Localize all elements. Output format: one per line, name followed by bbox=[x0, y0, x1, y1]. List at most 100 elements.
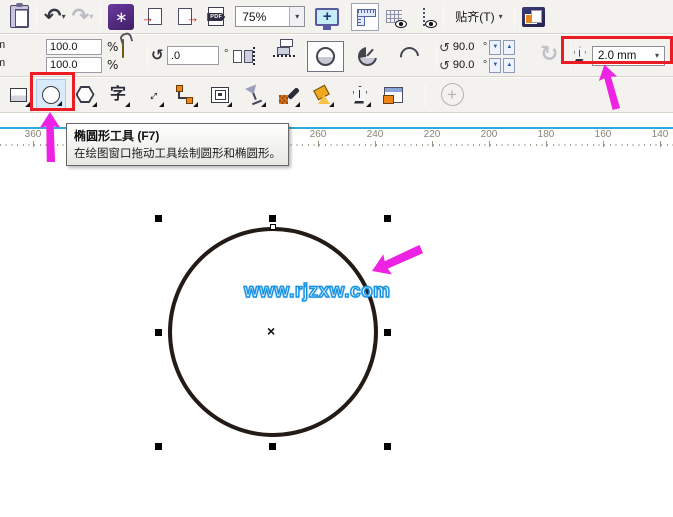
eye-icon bbox=[425, 20, 437, 28]
selection-handle[interactable] bbox=[155, 443, 162, 450]
selection-handle[interactable] bbox=[155, 329, 162, 336]
dimension-tool[interactable]: ↔ bbox=[137, 79, 167, 110]
flyout-triangle[interactable] bbox=[261, 102, 266, 107]
percent-label: % bbox=[107, 40, 118, 54]
starting-angle-value[interactable]: 90.0 bbox=[453, 41, 483, 53]
rotation-icon: ↺ bbox=[151, 48, 164, 63]
flyout-triangle[interactable] bbox=[159, 102, 164, 107]
smart-fill-icon bbox=[384, 87, 403, 103]
redo-icon: ↷ bbox=[72, 6, 90, 27]
contour-tool[interactable] bbox=[205, 79, 235, 110]
angle-spin-up-button[interactable]: ▲ bbox=[503, 58, 515, 73]
flyout-triangle[interactable] bbox=[366, 102, 371, 107]
tooltip: 椭圆形工具 (F7) 在绘图窗口拖动工具绘制圆形和椭圆形。 bbox=[66, 123, 289, 166]
fit-to-window-button[interactable]: + bbox=[312, 3, 342, 31]
selection-handle[interactable] bbox=[384, 443, 391, 450]
flyout-triangle[interactable] bbox=[295, 102, 300, 107]
separator bbox=[436, 44, 437, 68]
lock-ratio-button[interactable] bbox=[122, 40, 124, 58]
ending-angle-row: ↺ 90.0 ° ▼ ▲ bbox=[439, 57, 515, 73]
paint-bucket-icon bbox=[313, 86, 331, 104]
ellipse-icon bbox=[316, 47, 335, 66]
watermark-text: www.rjzxw.com bbox=[244, 281, 391, 303]
change-direction-button[interactable]: ↻ bbox=[540, 43, 558, 66]
flyout-triangle[interactable] bbox=[92, 102, 97, 107]
rectangle-icon bbox=[10, 88, 27, 102]
scale-horizontal-field[interactable] bbox=[46, 39, 102, 55]
connector-tool[interactable] bbox=[171, 79, 201, 110]
ellipse-mode-button[interactable] bbox=[307, 41, 344, 72]
ending-angle-value[interactable]: 90.0 bbox=[453, 59, 483, 71]
toggle-grid-button[interactable] bbox=[379, 3, 409, 31]
arc-mode-button[interactable] bbox=[391, 41, 428, 72]
pie-mode-button[interactable] bbox=[349, 41, 386, 72]
ruler-number: 220 bbox=[424, 129, 441, 140]
lock-icon bbox=[122, 39, 124, 58]
eyedropper-icon bbox=[279, 86, 297, 104]
ruler-number: 180 bbox=[538, 129, 555, 140]
ellipse-node[interactable] bbox=[270, 224, 276, 230]
scale-vertical-field[interactable] bbox=[46, 57, 102, 73]
import-button[interactable]: → bbox=[145, 3, 165, 31]
selection-handle[interactable] bbox=[269, 443, 276, 450]
selection-handle[interactable] bbox=[269, 215, 276, 222]
fill-tool[interactable] bbox=[307, 79, 337, 110]
transparency-tool[interactable] bbox=[239, 79, 269, 110]
annotation-arrow-circle bbox=[367, 239, 426, 282]
snap-dropdown-caret: ▾ bbox=[499, 13, 503, 21]
flyout-triangle[interactable] bbox=[193, 102, 198, 107]
angle-spin-up-button[interactable]: ▲ bbox=[503, 40, 515, 55]
redo-dropdown-caret[interactable]: ▾ bbox=[89, 13, 93, 21]
undo-dropdown-caret[interactable]: ▾ bbox=[62, 13, 66, 21]
rotation-angle-field[interactable] bbox=[167, 46, 219, 65]
text-tool[interactable]: 字 bbox=[103, 79, 133, 110]
snap-to-dropdown[interactable]: 贴齐(T) ▾ bbox=[452, 3, 505, 31]
toggle-guidelines-button[interactable] bbox=[409, 3, 439, 31]
import-icon: → bbox=[148, 8, 162, 25]
ruler-number: 160 bbox=[595, 129, 612, 140]
unit-label-fragment: m bbox=[0, 39, 5, 51]
paste-button[interactable] bbox=[7, 3, 32, 31]
ending-angle-icon: ↺ bbox=[439, 59, 450, 72]
starting-angle-row: ↺ 90.0 ° ▼ ▲ bbox=[439, 39, 515, 55]
annotation-box-outline-width bbox=[561, 36, 673, 64]
angle-spin-down-button[interactable]: ▼ bbox=[489, 40, 501, 55]
flyout-triangle[interactable] bbox=[125, 102, 130, 107]
ruler-number: 140 bbox=[652, 129, 669, 140]
annotation-box-ellipse-tool bbox=[30, 72, 75, 111]
application-launcher-button[interactable]: ∗ bbox=[105, 3, 137, 31]
object-center-mark: × bbox=[267, 323, 275, 339]
smart-fill-tool[interactable] bbox=[378, 79, 408, 110]
eye-icon bbox=[395, 20, 407, 28]
selection-handle[interactable] bbox=[384, 215, 391, 222]
options-button[interactable] bbox=[519, 3, 548, 31]
undo-button[interactable]: ↶▾ bbox=[41, 3, 69, 31]
separator bbox=[100, 5, 101, 29]
zoom-dropdown-button[interactable]: ▾ bbox=[289, 7, 304, 26]
outline-pen-tool[interactable] bbox=[344, 79, 374, 110]
redo-button[interactable]: ↷▾ bbox=[69, 3, 97, 31]
selection-handle[interactable] bbox=[155, 215, 162, 222]
toggle-rulers-button[interactable] bbox=[351, 3, 379, 31]
application-launcher-icon: ∗ bbox=[108, 4, 134, 30]
polygon-icon bbox=[76, 86, 95, 103]
publish-pdf-button[interactable]: PDF bbox=[205, 3, 227, 31]
separator bbox=[443, 5, 444, 29]
separator bbox=[147, 44, 148, 68]
flyout-triangle[interactable] bbox=[227, 102, 232, 107]
angle-spin-down-button[interactable]: ▼ bbox=[489, 58, 501, 73]
rectangle-tool[interactable] bbox=[3, 79, 33, 110]
selection-handle[interactable] bbox=[384, 329, 391, 336]
ruler-number: 240 bbox=[367, 129, 384, 140]
degree-label: ° bbox=[483, 59, 487, 71]
starting-angle-icon: ↺ bbox=[439, 41, 450, 54]
plus-icon: + bbox=[441, 83, 464, 106]
text-icon: 字 bbox=[110, 87, 126, 103]
export-button[interactable]: → bbox=[175, 3, 195, 31]
flyout-triangle[interactable] bbox=[329, 102, 334, 107]
eyedropper-tool[interactable] bbox=[273, 79, 303, 110]
zoom-level-combo[interactable]: 75% ▾ bbox=[235, 6, 305, 27]
add-tool[interactable]: + bbox=[437, 79, 467, 110]
separator bbox=[346, 5, 347, 29]
fit-to-window-icon: + bbox=[315, 8, 339, 26]
